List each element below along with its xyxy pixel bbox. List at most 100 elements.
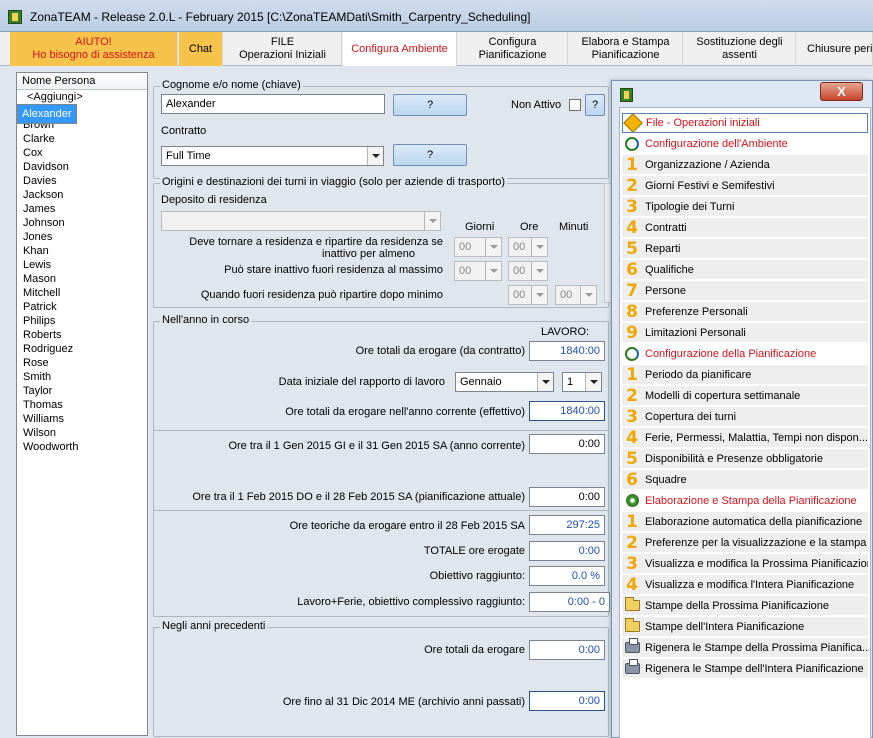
menu-item[interactable]: 2 Preferenze per la visualizzazione e la … xyxy=(622,533,868,553)
restart-hours-select[interactable]: 00 xyxy=(508,285,548,305)
menu-item[interactable]: 4 Contratti xyxy=(622,218,868,238)
person-item[interactable]: Wilson xyxy=(17,426,147,440)
person-item[interactable]: James xyxy=(17,202,147,216)
menu-item[interactable]: File - Operazioni iniziali xyxy=(622,113,868,133)
cycle-shape xyxy=(625,346,639,361)
prev-total-field[interactable]: 0:00 xyxy=(529,640,605,660)
person-item[interactable]: Khan xyxy=(17,244,147,258)
tab-sostituzione[interactable]: Sostituzione degli assenti xyxy=(684,32,796,66)
person-item[interactable]: Thomas xyxy=(17,398,147,412)
person-item[interactable]: Clarke xyxy=(17,132,147,146)
hours-feb-field[interactable]: 0:00 xyxy=(529,487,605,507)
person-item[interactable]: Davies xyxy=(17,174,147,188)
prev-archive-field[interactable]: 0:00 xyxy=(529,691,605,711)
person-item[interactable]: Roberts xyxy=(17,328,147,342)
tab-chiusure[interactable]: Chiusure perio xyxy=(797,32,873,66)
idle-hours-select[interactable]: 00 xyxy=(508,261,548,281)
menu-item[interactable]: Rigenera le Stampe della Prossima Pianif… xyxy=(622,638,868,658)
person-item[interactable]: Davidson xyxy=(17,160,147,174)
person-item[interactable]: Lewis xyxy=(17,258,147,272)
restart-minutes-select[interactable]: 00 xyxy=(555,285,597,305)
name-input[interactable]: Alexander xyxy=(161,94,385,114)
menu-item[interactable]: 1 Organizzazione / Azienda xyxy=(622,155,868,175)
inactive-checkbox[interactable] xyxy=(569,99,581,111)
menu-item[interactable]: 3 Copertura dei turni xyxy=(622,407,868,427)
menu-item[interactable]: 7 Persone xyxy=(622,281,868,301)
menu-item[interactable]: 8 Preferenze Personali xyxy=(622,302,868,322)
number-4-icon: 4 xyxy=(626,428,638,448)
menu-item[interactable]: 3 Visualizza e modifica la Prossima Piani… xyxy=(622,554,868,574)
tab-configura-pianificazione[interactable]: Configura Pianificazione xyxy=(458,32,568,66)
person-item[interactable]: Mitchell xyxy=(17,286,147,300)
depot-select[interactable] xyxy=(161,211,441,231)
close-icon: X xyxy=(837,84,846,99)
person-item[interactable]: Mason xyxy=(17,272,147,286)
menu-item[interactable]: 2 Giorni Festivi e Semifestivi xyxy=(622,176,868,196)
person-item[interactable]: Smith xyxy=(17,370,147,384)
menu-item[interactable]: 2 Modelli di copertura settimanale xyxy=(622,386,868,406)
menu-item[interactable]: Configurazione dell'Ambiente xyxy=(622,134,868,154)
menu-item[interactable]: Stampe della Prossima Pianificazione xyxy=(622,596,868,616)
menu-item[interactable]: Rigenera le Stampe dell'Intera Pianifica… xyxy=(622,659,868,679)
tab-configura-ambiente[interactable]: Configura Ambiente xyxy=(343,32,457,66)
menu-item[interactable]: 6 Squadre xyxy=(622,470,868,490)
person-item[interactable]: Rose xyxy=(17,356,147,370)
menu-item[interactable]: 4 Visualizza e modifica l'Intera Pianific… xyxy=(622,575,868,595)
total-field[interactable]: 0:00 xyxy=(529,541,605,561)
number-4-icon: 4 xyxy=(626,575,638,595)
person-item[interactable]: Cox xyxy=(17,146,147,160)
menu-item-label: Disponibilità e Presenze obbligatorie xyxy=(645,452,823,465)
close-button[interactable]: X xyxy=(820,82,863,101)
person-item[interactable]: Woodworth xyxy=(17,440,147,454)
theoretical-field[interactable]: 297:25 xyxy=(529,515,605,535)
person-item[interactable]: Philips xyxy=(17,314,147,328)
menu-item[interactable]: Configurazione della Pianificazione xyxy=(622,344,868,364)
menu-item[interactable]: 5 Disponibilità e Presenze obbligatorie xyxy=(622,449,868,469)
goal-field[interactable]: 0.0 % xyxy=(529,566,605,586)
menu-item[interactable]: 1 Periodo da pianificare xyxy=(622,365,868,385)
hours-jan-field[interactable]: 0:00 xyxy=(529,434,605,454)
idle-days-select[interactable]: 00 xyxy=(454,261,502,281)
prev-total-label: Ore totali da erogare xyxy=(424,644,525,656)
tab-sostituzione-line2: assenti xyxy=(722,49,757,61)
menu-item[interactable]: 3 Tipologie dei Turni xyxy=(622,197,868,217)
person-item[interactable]: Jackson xyxy=(17,188,147,202)
tab-chat[interactable]: Chat xyxy=(179,32,223,66)
person-item[interactable]: Williams xyxy=(17,412,147,426)
name-help-button[interactable]: ? xyxy=(393,94,467,116)
menu-item[interactable]: 4 Ferie, Permessi, Malattia, Tempi non di… xyxy=(622,428,868,448)
tab-configura-pianificazione-line2: Pianificazione xyxy=(478,49,547,61)
start-month-select[interactable]: Gennaio xyxy=(455,372,554,392)
popup-title-bar: X xyxy=(612,81,872,107)
menu-item[interactable]: 1 Elaborazione automatica della pianifica… xyxy=(622,512,868,532)
return-days-select[interactable]: 00 xyxy=(454,237,502,257)
start-day-select[interactable]: 1 xyxy=(562,372,602,392)
menu-item[interactable]: Elaborazione e Stampa della Pianificazio… xyxy=(622,491,868,511)
tab-help[interactable]: AIUTO! Ho bisogno di assistenza xyxy=(10,32,178,66)
person-list-header[interactable]: Nome Persona xyxy=(17,73,147,90)
menu-item[interactable]: 6 Qualifiche xyxy=(622,260,868,280)
return-hours-select[interactable]: 00 xyxy=(508,237,548,257)
person-item[interactable]: Johnson xyxy=(17,216,147,230)
menu-item[interactable]: 5 Reparti xyxy=(622,239,868,259)
person-item[interactable]: Alexander xyxy=(17,104,77,124)
contract-help-button[interactable]: ? xyxy=(393,144,467,166)
contract-select[interactable]: Full Time xyxy=(161,146,384,166)
menu-item-label: Rigenera le Stampe dell'Intera Pianifica… xyxy=(645,662,864,675)
person-list[interactable]: Nome Persona <Aggiungi> AlexanderAshleyB… xyxy=(16,72,148,736)
person-item[interactable]: Rodriguez xyxy=(17,342,147,356)
menu-item[interactable]: Stampe dell'Intera Pianificazione xyxy=(622,617,868,637)
tab-elabora-stampa[interactable]: Elabora e Stampa Pianificazione xyxy=(569,32,683,66)
person-item[interactable]: Taylor xyxy=(17,384,147,398)
inactive-help-button[interactable]: ? xyxy=(585,94,605,116)
hours-jan-label: Ore tra il 1 Gen 2015 GI e il 31 Gen 201… xyxy=(228,440,525,452)
person-add-item[interactable]: <Aggiungi> xyxy=(17,90,147,104)
hours-effective-field[interactable]: 1840:00 xyxy=(529,401,605,421)
tab-file[interactable]: FILE Operazioni Iniziali xyxy=(224,32,342,66)
menu-item[interactable]: 9 Limitazioni Personali xyxy=(622,323,868,343)
overall-field[interactable]: 0:00 - 0 xyxy=(529,592,610,612)
person-item[interactable]: Patrick xyxy=(17,300,147,314)
person-item[interactable]: Jones xyxy=(17,230,147,244)
hours-contract-field[interactable]: 1840:00 xyxy=(529,341,605,361)
chevron-down-icon xyxy=(485,238,501,256)
